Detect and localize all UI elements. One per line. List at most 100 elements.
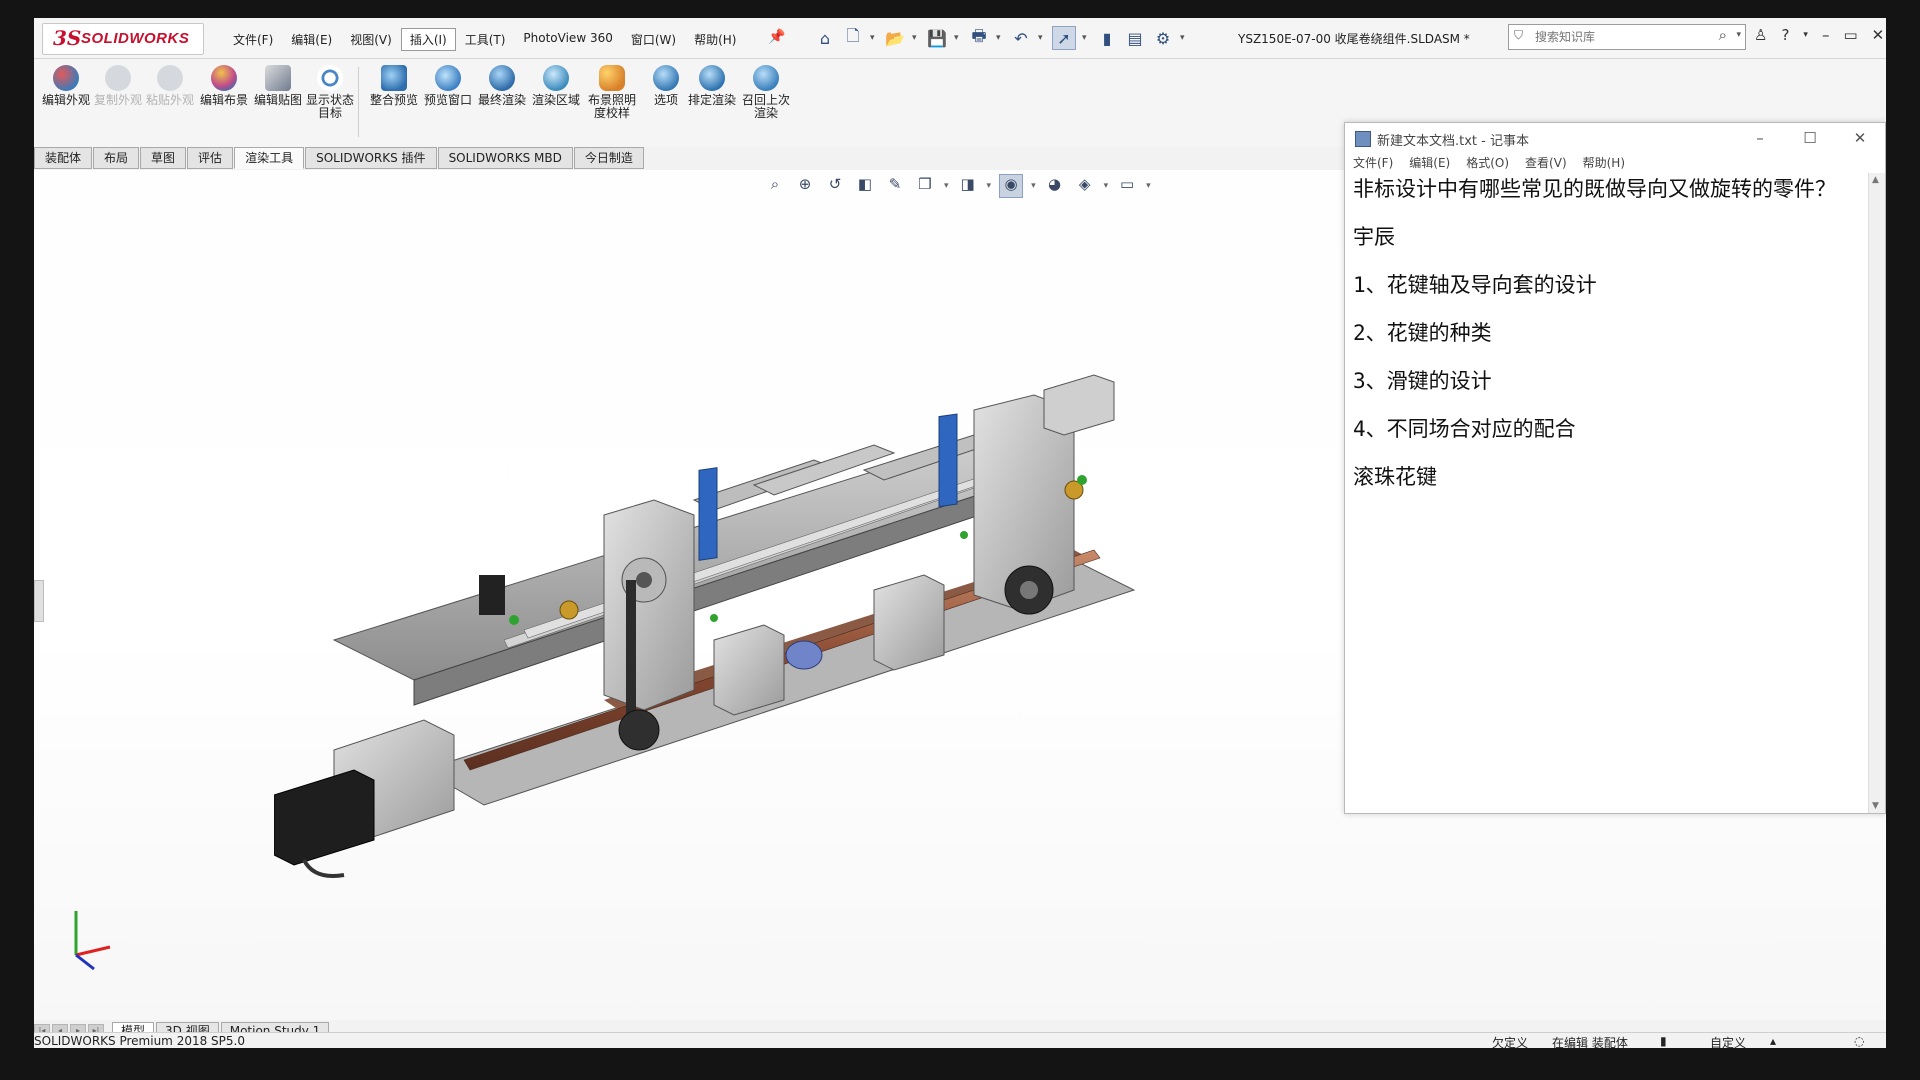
save-icon[interactable]: 💾 <box>926 27 948 49</box>
notepad-menu-help[interactable]: 帮助(H) <box>1575 153 1633 173</box>
apply-scene-icon[interactable]: ◈ <box>1074 175 1096 197</box>
help-icon[interactable]: ? <box>1781 26 1789 44</box>
chevron-down-icon[interactable]: ▾ <box>1803 26 1808 44</box>
notepad-menu-view[interactable]: 查看(V) <box>1517 153 1575 173</box>
chevron-down-icon[interactable]: ▾ <box>1104 181 1109 191</box>
search-icon[interactable]: ⌕ <box>1719 26 1727 44</box>
tab-assembly[interactable]: 装配体 <box>34 147 93 169</box>
notepad-icon <box>1355 131 1371 147</box>
edit-appearance-icon[interactable]: ◕ <box>1044 175 1066 197</box>
notepad-scrollbar[interactable]: ▲ ▼ <box>1868 173 1885 813</box>
chevron-down-icon[interactable]: ▾ <box>1180 33 1188 43</box>
chevron-down-icon[interactable]: ▾ <box>954 33 962 43</box>
options-button[interactable]: 选项 <box>640 65 692 107</box>
text-line: 滚珠花键 <box>1353 465 1437 489</box>
traffic-light-icon[interactable]: ▮ <box>1096 27 1118 49</box>
close-icon[interactable]: ✕ <box>1835 123 1885 153</box>
scene-illumination-proof-button[interactable]: 布景照明度校样 <box>586 65 638 120</box>
menu-insert[interactable]: 插入(I) <box>400 28 456 51</box>
chevron-down-icon[interactable]: ▾ <box>996 33 1004 43</box>
open-folder-icon[interactable]: 📂 <box>884 27 906 49</box>
search-input[interactable] <box>1533 27 1707 47</box>
recall-last-render-button[interactable]: 召回上次渲染 <box>740 65 792 120</box>
minimize-icon[interactable]: – <box>1822 26 1830 44</box>
chevron-down-icon[interactable]: ▾ <box>1736 30 1741 40</box>
preview-window-button[interactable]: 预览窗口 <box>422 65 474 107</box>
chevron-down-icon[interactable]: ▾ <box>944 181 949 191</box>
close-icon[interactable]: ✕ <box>1872 26 1885 44</box>
section-view-icon[interactable]: ◧ <box>854 175 876 197</box>
previous-view-icon[interactable]: ↺ <box>824 175 846 197</box>
maximize-icon[interactable]: ☐ <box>1785 123 1835 153</box>
menu-window[interactable]: 窗口(W) <box>622 28 685 51</box>
chevron-up-icon[interactable]: ▴ <box>1770 1034 1776 1048</box>
final-render-button[interactable]: 最终渲染 <box>476 65 528 107</box>
assembly-model[interactable] <box>274 340 1334 900</box>
chevron-down-icon[interactable]: ▾ <box>1146 181 1151 191</box>
tooltip-icon[interactable]: ◌ <box>1854 1034 1864 1048</box>
options-icon <box>653 65 679 91</box>
zoom-to-area-icon[interactable]: ⊕ <box>794 175 816 197</box>
menu-tools[interactable]: 工具(T) <box>456 28 515 51</box>
tab-render-tools[interactable]: 渲染工具 <box>234 147 305 169</box>
minimize-icon[interactable]: – <box>1735 123 1785 153</box>
notepad-title-bar[interactable]: 新建文本文档.txt - 记事本 – ☐ ✕ <box>1345 123 1885 153</box>
gear-icon[interactable]: ⚙ <box>1152 27 1174 49</box>
blue-guide-block <box>938 413 958 508</box>
user-icon[interactable]: ♙ <box>1754 26 1767 44</box>
new-document-icon[interactable]: 🗋 <box>842 26 864 49</box>
paste-appearance-button[interactable]: 粘贴外观 <box>144 65 196 107</box>
select-pointer-icon[interactable]: ➚ <box>1052 26 1076 50</box>
chevron-down-icon[interactable]: ▾ <box>1038 33 1046 43</box>
display-style-icon[interactable]: ◨ <box>957 175 979 197</box>
dynamic-annotation-icon[interactable]: ✎ <box>884 175 906 197</box>
scroll-down-icon[interactable]: ▼ <box>1872 801 1879 811</box>
edit-scene-button[interactable]: 编辑布景 <box>198 65 250 107</box>
pin-icon[interactable]: 📌 <box>768 29 785 45</box>
schedule-render-button[interactable]: 排定渲染 <box>686 65 738 107</box>
maximize-icon[interactable]: ▭ <box>1843 26 1857 44</box>
notepad-window[interactable]: 新建文本文档.txt - 记事本 – ☐ ✕ 文件(F) 编辑(E) 格式(O)… <box>1344 122 1886 814</box>
scroll-up-icon[interactable]: ▲ <box>1872 175 1879 185</box>
edit-decal-button[interactable]: 编辑贴图 <box>252 65 304 107</box>
chevron-down-icon[interactable]: ▾ <box>1031 181 1036 191</box>
timing-belt <box>626 580 636 730</box>
notepad-menu-edit[interactable]: 编辑(E) <box>1401 153 1458 173</box>
tab-solidworks-mbd[interactable]: SOLIDWORKS MBD <box>437 147 573 169</box>
view-settings-icon[interactable]: ▭ <box>1116 175 1138 197</box>
copy-appearance-button[interactable]: 复制外观 <box>92 65 144 107</box>
green-fitting <box>509 615 519 625</box>
chevron-down-icon[interactable]: ▾ <box>870 33 878 43</box>
menu-file[interactable]: 文件(F) <box>224 28 282 51</box>
render-region-button[interactable]: 渲染区域 <box>530 65 582 107</box>
menu-view[interactable]: 视图(V) <box>341 28 401 51</box>
tab-solidworks-addins[interactable]: SOLIDWORKS 插件 <box>305 147 437 169</box>
unit-system[interactable]: 自定义 <box>1710 1034 1746 1048</box>
menu-edit[interactable]: 编辑(E) <box>282 28 341 51</box>
hide-show-items-icon[interactable]: ◉ <box>999 174 1024 198</box>
file-properties-icon[interactable]: ▤ <box>1124 27 1146 49</box>
solidworks-logo[interactable]: 3S SOLIDWORKS <box>42 23 204 55</box>
tab-evaluate[interactable]: 评估 <box>187 147 234 169</box>
integrated-preview-button[interactable]: 整合预览 <box>368 65 420 107</box>
zoom-to-fit-icon[interactable]: ⌕ <box>764 175 786 197</box>
tab-manufacturing-today[interactable]: 今日制造 <box>573 147 644 169</box>
view-orientation-icon[interactable]: ❒ <box>914 175 936 197</box>
menu-photoview[interactable]: PhotoView 360 <box>514 28 621 51</box>
undo-icon[interactable]: ↶ <box>1010 27 1032 49</box>
rebuild-icon[interactable]: ▮ <box>1660 1034 1667 1048</box>
notepad-menu-format[interactable]: 格式(O) <box>1458 153 1517 173</box>
tab-sketch[interactable]: 草图 <box>140 147 187 169</box>
home-icon[interactable]: ⌂ <box>814 27 836 49</box>
menu-help[interactable]: 帮助(H) <box>685 28 745 51</box>
chevron-down-icon[interactable]: ▾ <box>987 181 992 191</box>
print-icon[interactable]: 🖶 <box>968 26 990 49</box>
chevron-down-icon[interactable]: ▾ <box>1082 33 1090 43</box>
notepad-menu-file[interactable]: 文件(F) <box>1345 153 1401 173</box>
chevron-down-icon[interactable]: ▾ <box>912 33 920 43</box>
feature-manager-handle[interactable] <box>34 580 44 622</box>
display-state-target-button[interactable]: 显示状态目标 <box>304 65 356 120</box>
notepad-text-area[interactable]: 非标设计中有哪些常见的既做导向又做旋转的零件？ 宇辰 1、花键轴及导向套的设计 … <box>1345 173 1867 813</box>
tab-layout[interactable]: 布局 <box>93 147 140 169</box>
edit-appearance-button[interactable]: 编辑外观 <box>40 65 92 107</box>
